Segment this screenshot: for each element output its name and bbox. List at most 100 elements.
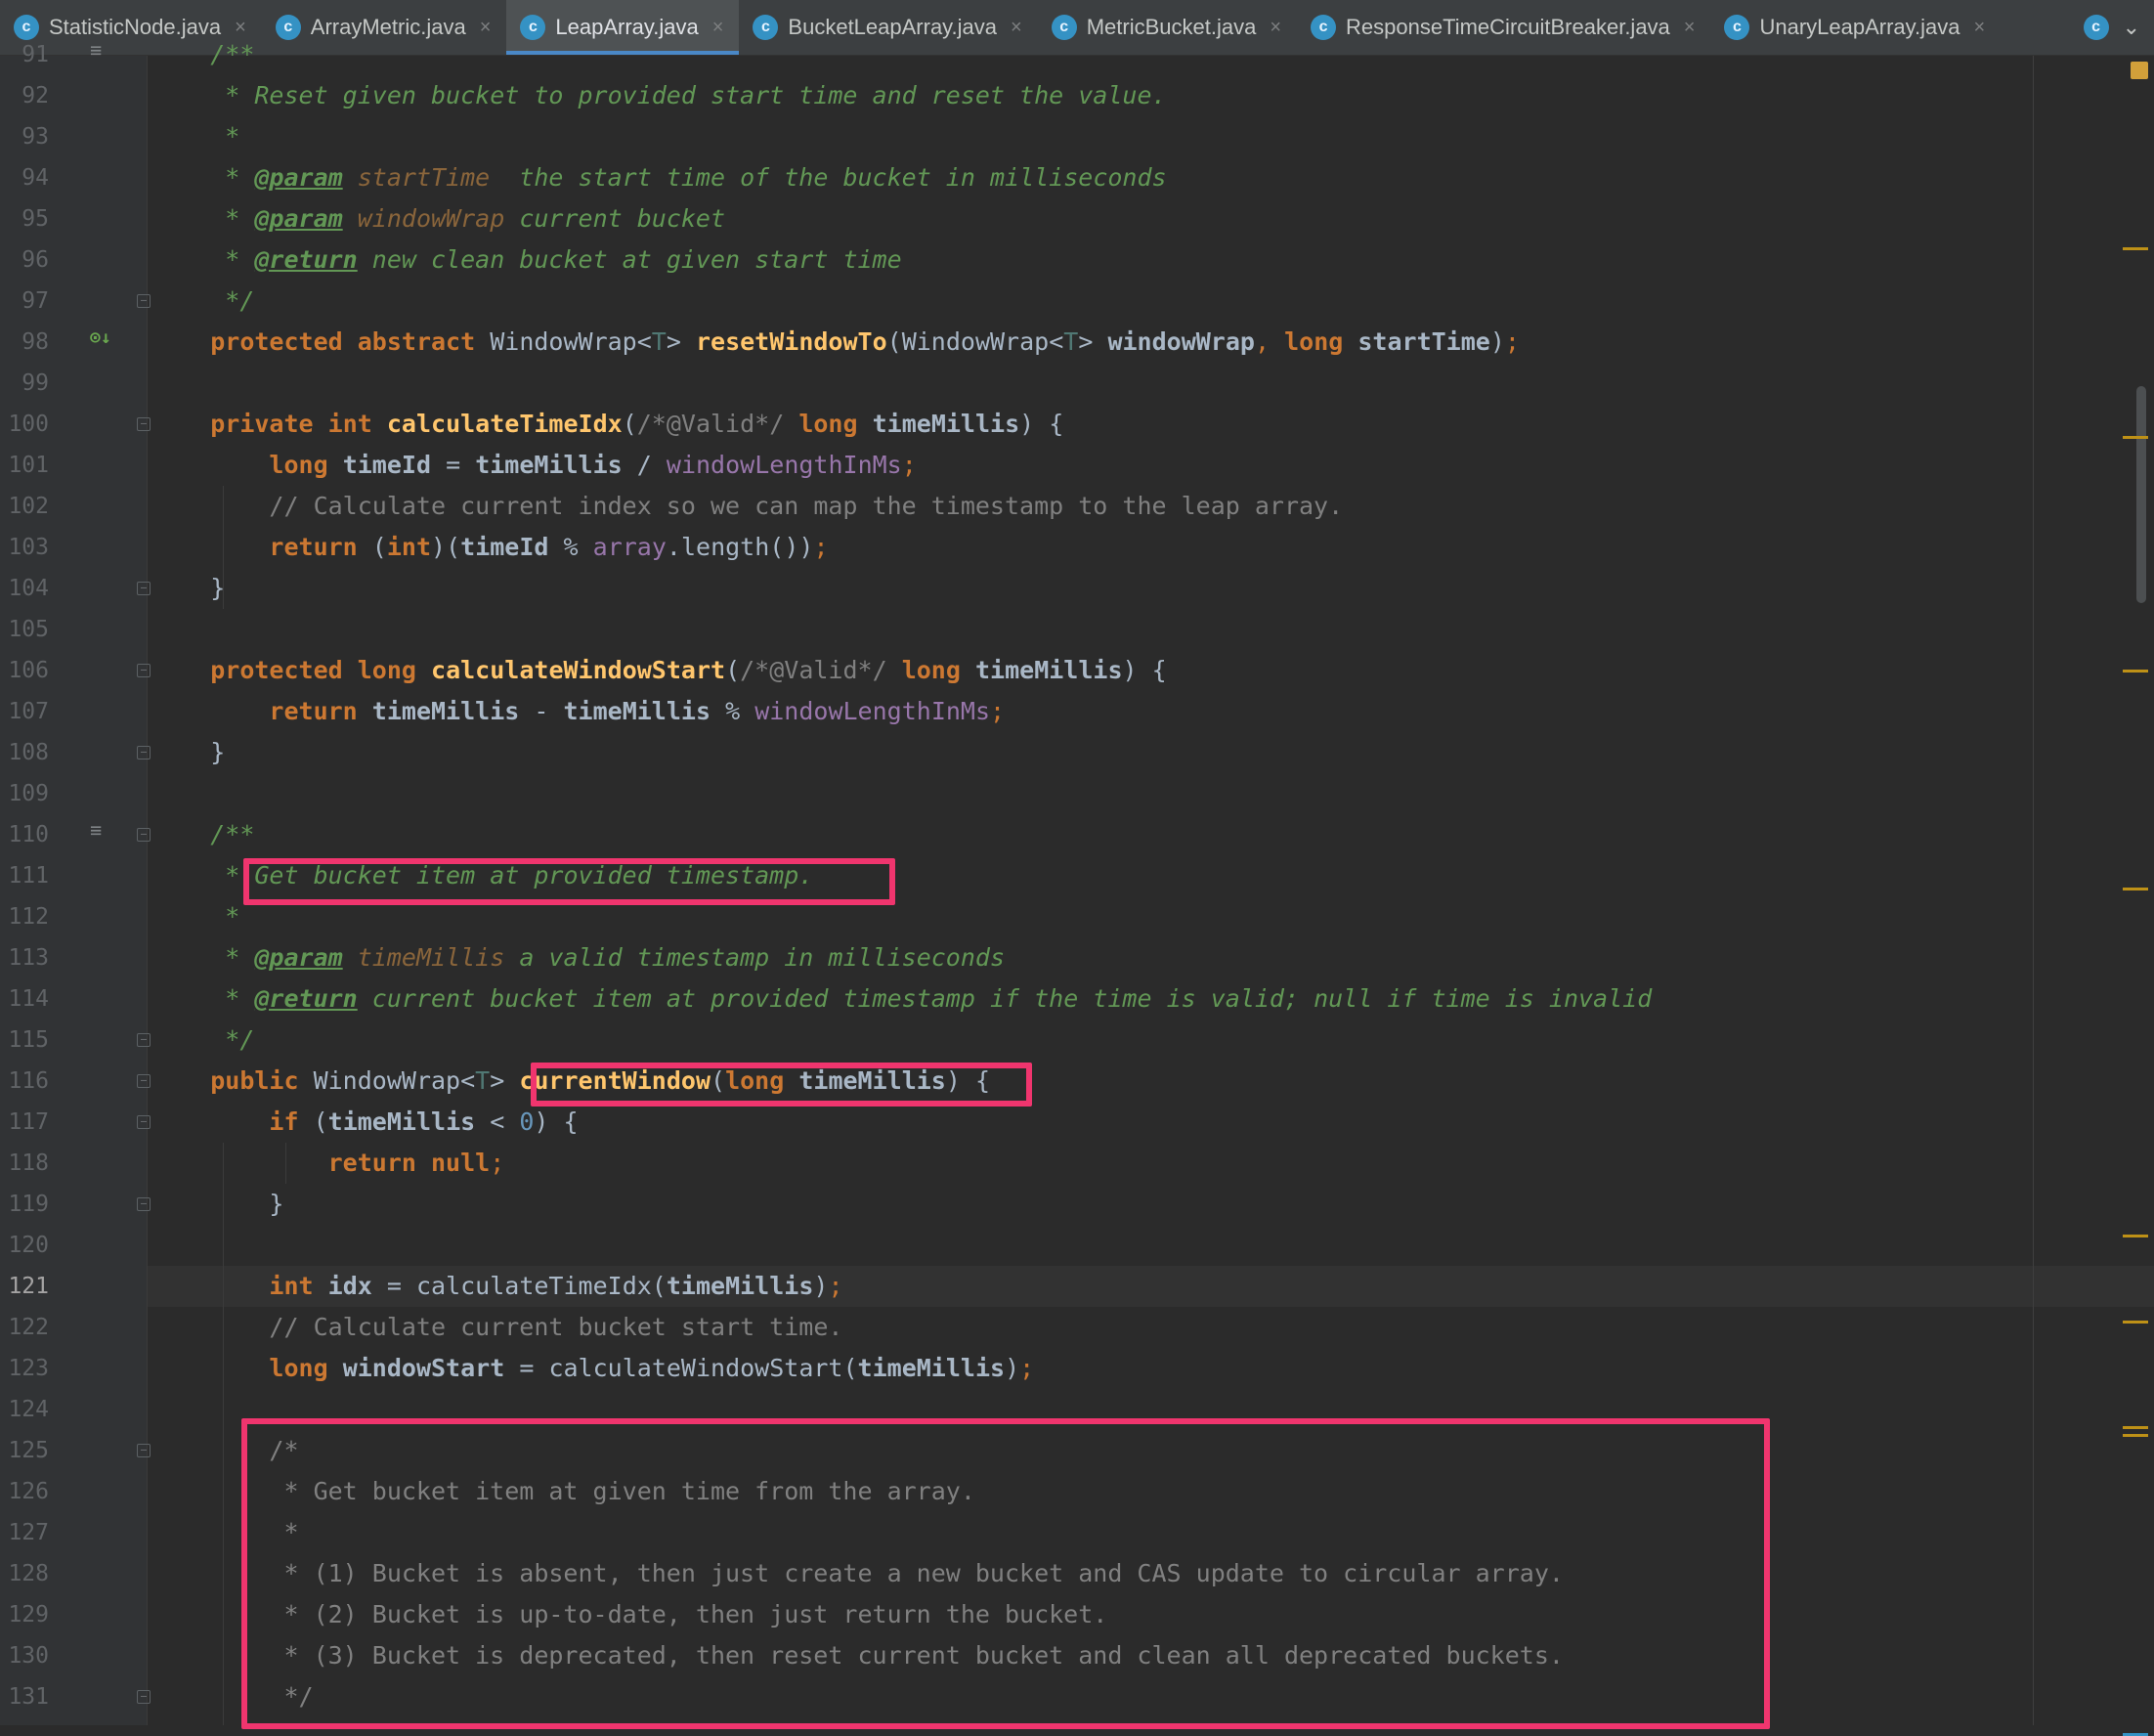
implemented-override-icon[interactable]: ⊙↓ — [90, 327, 111, 348]
line-number[interactable]: 124 — [0, 1389, 49, 1430]
code-line[interactable] — [148, 363, 2154, 404]
code-line[interactable]: } — [148, 568, 2154, 609]
code-text: * @param startTime the start time of the… — [225, 163, 1167, 192]
code-line[interactable]: long windowStart = calculateWindowStart(… — [148, 1348, 2154, 1389]
line-number[interactable]: 100 — [0, 404, 49, 445]
code-line[interactable]: private int calculateTimeIdx(/*@Valid*/ … — [148, 404, 2154, 445]
code-line[interactable]: protected abstract WindowWrap<T> resetWi… — [148, 322, 2154, 363]
code-editor[interactable]: 91 ≡ 92 93 94 95 96 97–98 ⊙↓ 99 100–101 102 103 104–1… — [0, 38, 2154, 1736]
code-line[interactable]: * @return new clean bucket at given star… — [148, 239, 2154, 281]
code-line[interactable]: } — [148, 732, 2154, 773]
scrollbar-marker[interactable] — [2123, 1321, 2148, 1324]
scrollbar-marker[interactable] — [2123, 247, 2148, 250]
scrollbar-marker[interactable] — [2123, 670, 2148, 673]
code-line[interactable]: long timeId = timeMillis / windowLengthI… — [148, 445, 2154, 486]
code-line[interactable]: return null; — [148, 1143, 2154, 1184]
line-number[interactable]: 109 — [0, 773, 49, 814]
code-line[interactable]: * — [148, 116, 2154, 157]
line-number[interactable]: 105 — [0, 609, 49, 650]
code-line[interactable]: * Reset given bucket to provided start t… — [148, 75, 2154, 116]
line-number[interactable]: 98 — [0, 322, 49, 363]
line-number[interactable]: 112 — [0, 896, 49, 937]
line-number[interactable]: 128 — [0, 1553, 49, 1594]
line-number[interactable]: 104 — [0, 568, 49, 609]
code-line[interactable]: /** — [148, 814, 2154, 855]
code-line[interactable]: * @param windowWrap current bucket — [148, 198, 2154, 239]
code-text: protected long calculateWindowStart(/*@V… — [210, 656, 1167, 684]
line-number[interactable]: 123 — [0, 1348, 49, 1389]
scrollbar-marker[interactable] — [2123, 888, 2148, 890]
line-number[interactable]: 114 — [0, 978, 49, 1020]
code-line[interactable] — [148, 609, 2154, 650]
line-number[interactable]: 117 — [0, 1102, 49, 1143]
code-line[interactable]: } — [148, 1184, 2154, 1225]
line-number[interactable]: 126 — [0, 1471, 49, 1512]
indent-guide — [223, 486, 224, 609]
line-number[interactable]: 131 — [0, 1676, 49, 1717]
line-number[interactable]: 92 — [0, 75, 49, 116]
line-number[interactable]: 118 — [0, 1143, 49, 1184]
scrollbar-marker[interactable] — [2123, 1426, 2148, 1429]
line-number[interactable]: 101 — [0, 445, 49, 486]
line-number[interactable]: 97 — [0, 281, 49, 322]
code-line[interactable]: return (int)(timeId % array.length()); — [148, 527, 2154, 568]
code-text: * @return new clean bucket at given star… — [225, 245, 902, 274]
line-number[interactable]: 102 — [0, 486, 49, 527]
line-number[interactable]: 115 — [0, 1020, 49, 1061]
line-number[interactable]: 107 — [0, 691, 49, 732]
line-number[interactable]: 94 — [0, 157, 49, 198]
line-number[interactable]: 99 — [0, 363, 49, 404]
line-number[interactable]: 120 — [0, 1225, 49, 1266]
line-number[interactable]: 121 — [0, 1266, 49, 1307]
line-number[interactable]: 91 — [0, 34, 49, 75]
line-number-gutter[interactable]: 91 ≡ 92 93 94 95 96 97–98 ⊙↓ 99 100–101 102 103 104–1… — [0, 38, 151, 1725]
scrollbar-marker[interactable] — [2123, 1434, 2148, 1437]
doc-summary-highlight — [243, 858, 895, 905]
code-line[interactable]: * @param startTime the start time of the… — [148, 157, 2154, 198]
line-number[interactable]: 129 — [0, 1594, 49, 1635]
code-text: } — [210, 738, 226, 766]
code-line[interactable]: // Calculate current index so we can map… — [148, 486, 2154, 527]
code-line[interactable]: * @return current bucket item at provide… — [148, 978, 2154, 1020]
line-number[interactable]: 95 — [0, 198, 49, 239]
code-line[interactable] — [148, 773, 2154, 814]
line-number[interactable]: 96 — [0, 239, 49, 281]
code-line[interactable]: /** — [148, 34, 2154, 75]
code-text: } — [210, 574, 226, 602]
right-margin-guide — [2033, 56, 2034, 1725]
line-number[interactable]: 93 — [0, 116, 49, 157]
code-text: */ — [225, 1025, 255, 1054]
line-number[interactable]: 116 — [0, 1061, 49, 1102]
code-line[interactable]: // Calculate current bucket start time. — [148, 1307, 2154, 1348]
code-line[interactable]: if (timeMillis < 0) { — [148, 1102, 2154, 1143]
line-number[interactable]: 127 — [0, 1512, 49, 1553]
code-line[interactable]: public WindowWrap<T> currentWindow(long … — [148, 1061, 2154, 1102]
render-doc-icon[interactable]: ≡ — [90, 38, 102, 62]
scrollbar-marker[interactable] — [2123, 1235, 2148, 1237]
line-number[interactable]: 125 — [0, 1430, 49, 1471]
line-number[interactable]: 113 — [0, 937, 49, 978]
line-number[interactable]: 111 — [0, 855, 49, 896]
code-line[interactable]: */ — [148, 281, 2154, 322]
code-line[interactable]: * @param timeMillis a valid timestamp in… — [148, 937, 2154, 978]
line-number[interactable]: 130 — [0, 1635, 49, 1676]
line-number[interactable]: 122 — [0, 1307, 49, 1348]
line-number[interactable]: 119 — [0, 1184, 49, 1225]
line-number[interactable]: 103 — [0, 527, 49, 568]
scrollbar-marker[interactable] — [2123, 436, 2148, 439]
code-text: int idx = calculateTimeIdx(timeMillis); — [269, 1272, 843, 1300]
line-number[interactable]: 108 — [0, 732, 49, 773]
code-line[interactable]: int idx = calculateTimeIdx(timeMillis); — [148, 1266, 2154, 1307]
line-number[interactable]: 110 — [0, 814, 49, 855]
code-text: /** — [210, 820, 255, 848]
indent-guide — [223, 1143, 224, 1725]
code-line[interactable]: return timeMillis - timeMillis % windowL… — [148, 691, 2154, 732]
code-line[interactable]: */ — [148, 1020, 2154, 1061]
warning-status-icon[interactable] — [2131, 62, 2148, 79]
render-doc-icon[interactable]: ≡ — [90, 818, 102, 842]
code-text: * @param timeMillis a valid timestamp in… — [225, 943, 1006, 972]
vertical-scrollbar[interactable] — [2136, 386, 2146, 603]
code-line[interactable]: protected long calculateWindowStart(/*@V… — [148, 650, 2154, 691]
line-number[interactable]: 106 — [0, 650, 49, 691]
code-line[interactable] — [148, 1225, 2154, 1266]
